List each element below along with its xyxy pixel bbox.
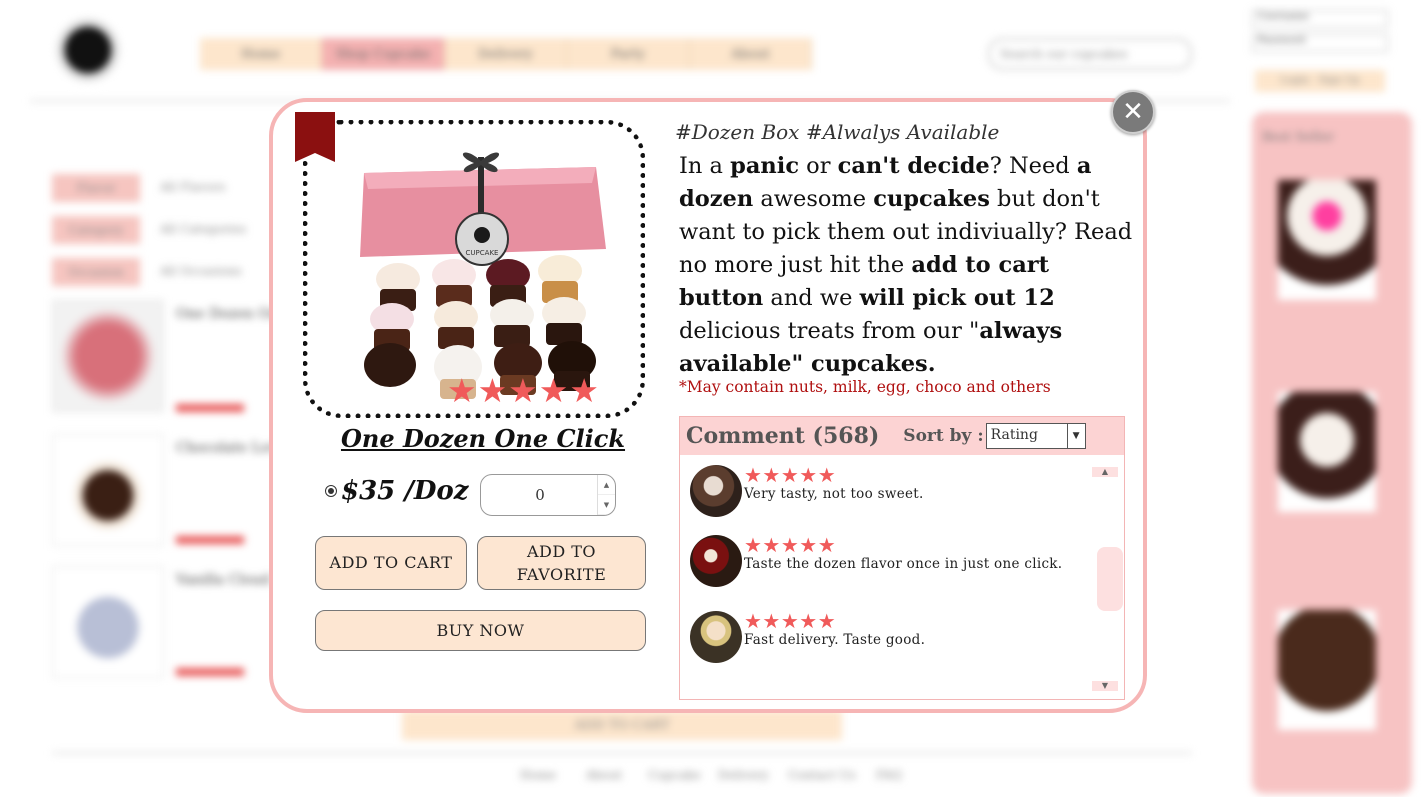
nav-party: Party <box>567 38 690 70</box>
buy-now-button[interactable]: BUY NOW <box>315 610 646 651</box>
price-row: $35 /Doz <box>325 476 468 506</box>
comment-text: Taste the dozen flavor once in just one … <box>744 556 1063 572</box>
desc-text: or <box>799 153 838 179</box>
comments-panel: Comment (568) Sort by : Rating ▼ ★★★★★ V… <box>679 416 1125 700</box>
quantity-stepper[interactable]: ▲ ▼ <box>480 474 616 516</box>
user-avatar-icon <box>690 535 742 587</box>
product-rating-stars: ★★★★★ <box>447 371 600 410</box>
main-nav: Home Shop Cupcake Delivery Party About <box>200 38 813 70</box>
filter-occasion-value: All Occasions <box>160 264 242 278</box>
product-modal: CUPCAKE ★★★★★ One Dozen One Click $35 /D… <box>269 98 1147 713</box>
desc-text: delicious treats from our " <box>679 318 980 344</box>
price-label: $35 /Doz <box>341 476 469 506</box>
quantity-decrement-icon[interactable]: ▼ <box>598 495 615 515</box>
desc-emphasis: panic <box>730 153 800 179</box>
filter-flavor-value: All Flavors <box>160 180 226 194</box>
username-field: Username <box>1252 10 1388 28</box>
user-avatar-icon <box>690 465 742 517</box>
product-thumb <box>52 300 164 412</box>
nav-delivery: Delivery <box>445 38 568 70</box>
product-name: Vanilla Cloud <box>176 572 271 588</box>
comments-title: Comment (568) <box>686 423 880 449</box>
desc-emphasis: cupcakes <box>873 186 990 212</box>
product-thumb <box>52 566 164 678</box>
svg-text:CUPCAKE: CUPCAKE <box>466 249 499 257</box>
desc-emphasis: will pick out 12 <box>859 285 1055 311</box>
sidebar-title: Best Seller <box>1262 130 1335 145</box>
comment-rating-stars: ★★★★★ <box>744 463 837 487</box>
search-box: Search our cupcakes <box>988 38 1192 70</box>
sidebar-product-image <box>1278 392 1376 512</box>
sort-value: Rating <box>990 427 1038 443</box>
scroll-down-icon[interactable]: ▼ <box>1092 681 1118 691</box>
footer-link: Contact Us <box>788 768 856 782</box>
product-thumb <box>52 434 164 546</box>
desc-text: and we <box>763 285 860 311</box>
user-avatar-icon <box>690 611 742 663</box>
add-to-favorite-label: ADD TO FAVORITE <box>516 541 607 584</box>
quantity-input[interactable] <box>481 475 599 515</box>
desc-emphasis: can't decide <box>837 153 990 179</box>
sort-label: Sort by : <box>903 426 984 446</box>
product-rating-bar <box>176 536 244 544</box>
product-rating-bar <box>176 404 244 412</box>
filter-flavor: Flavor <box>52 174 140 202</box>
comment-rating-stars: ★★★★★ <box>744 609 837 633</box>
quantity-increment-icon[interactable]: ▲ <box>598 475 615 495</box>
product-rating-bar <box>176 668 244 676</box>
comment-text: Very tasty, not too sweet. <box>744 486 924 502</box>
scrollbar-thumb[interactable] <box>1097 547 1123 611</box>
footer-link: FAQ <box>876 768 902 782</box>
sidebar-product-image <box>1278 180 1376 300</box>
add-to-cart-button[interactable]: ADD TO CART <box>315 536 467 590</box>
scroll-up-icon[interactable]: ▲ <box>1092 467 1118 477</box>
login-form: Username Password <box>1252 10 1388 54</box>
nav-about: About <box>690 38 813 70</box>
quantity-spin-buttons: ▲ ▼ <box>597 475 615 515</box>
footer-divider <box>52 752 1192 754</box>
close-icon[interactable]: ✕ <box>1111 90 1155 134</box>
comment-text: Fast delivery. Taste good. <box>744 632 926 648</box>
price-option-radio[interactable] <box>325 485 337 497</box>
desc-text: ? Need <box>989 153 1077 179</box>
product-title: One Dozen One Click <box>340 424 626 453</box>
nav-home: Home <box>200 38 323 70</box>
comments-list[interactable]: ★★★★★ Very tasty, not too sweet. ★★★★★ T… <box>680 455 1126 699</box>
footer-link: Delivery <box>718 768 769 782</box>
filter-category-value: All Categories <box>160 222 247 236</box>
login-buttons: Login · Sign Up <box>1255 70 1385 92</box>
site-logo <box>52 14 124 86</box>
chevron-down-icon[interactable]: ▼ <box>1066 424 1085 448</box>
nav-shop-cupcake: Shop Cupcake <box>322 38 445 70</box>
sort-select[interactable]: Rating ▼ <box>985 423 1086 449</box>
password-field: Password <box>1252 34 1388 52</box>
footer-link: Cupcake <box>648 768 701 782</box>
desc-text: In a <box>679 153 731 179</box>
comment-rating-stars: ★★★★★ <box>744 533 837 557</box>
product-photo: CUPCAKE <box>360 152 606 399</box>
add-to-favorite-button[interactable]: ADD TO FAVORITE <box>477 536 646 590</box>
product-tags: #Dozen Box #Alwalys Available <box>675 120 1000 144</box>
product-description: In a panic or can't decide? Need a dozen… <box>679 150 1139 381</box>
bottom-add-to-cart: ADD TO CART <box>402 710 842 740</box>
allergen-warning: *May contain nuts, milk, egg, choco and … <box>679 378 1051 396</box>
comments-header: Comment (568) Sort by : Rating ▼ <box>680 417 1124 455</box>
filter-occasion: Occasion <box>52 258 140 286</box>
sidebar-product-image <box>1278 610 1376 730</box>
desc-text: awesome <box>753 186 874 212</box>
footer-link: Home <box>520 768 557 782</box>
filter-category: Category <box>52 216 140 244</box>
footer-link: About <box>586 768 623 782</box>
